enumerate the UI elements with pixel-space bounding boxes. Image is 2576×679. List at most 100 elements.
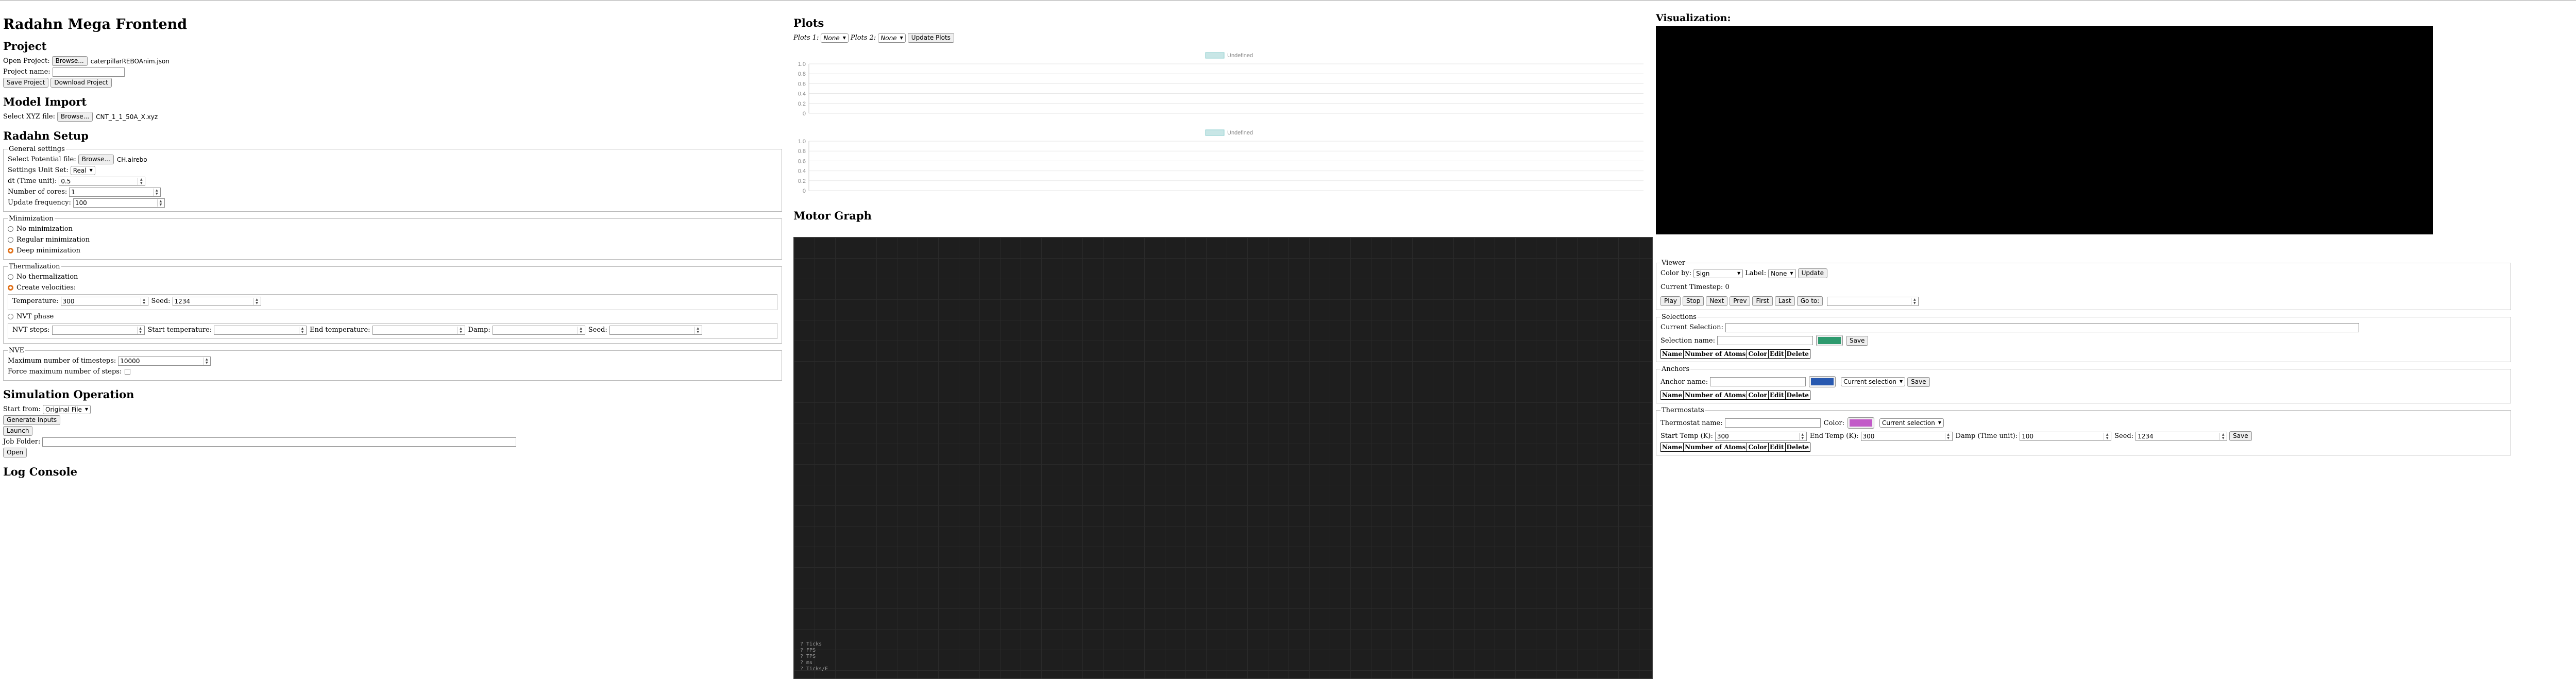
damp-label: Damp: bbox=[468, 326, 490, 334]
spinner-icon[interactable]: ▲ ▼ bbox=[299, 326, 306, 334]
spinner-icon[interactable]: ▲ ▼ bbox=[140, 297, 147, 305]
min-option-2[interactable]: Deep minimization bbox=[8, 245, 777, 256]
launch-button[interactable]: Launch bbox=[3, 426, 33, 436]
anchor-name-input[interactable] bbox=[1710, 377, 1806, 386]
goto-input[interactable]: ▲ ▼ bbox=[1827, 296, 1919, 306]
nvt-steps-input[interactable]: ▲ ▼ bbox=[52, 325, 145, 335]
visualization-heading: Visualization: bbox=[1656, 12, 1731, 24]
selection-name-input[interactable] bbox=[1717, 336, 1813, 345]
min-option-1[interactable]: Regular minimization bbox=[8, 234, 777, 245]
start-from-select[interactable]: Original File ▼ bbox=[43, 404, 91, 414]
open-project-browse-button[interactable]: Browse... bbox=[52, 56, 88, 66]
cores-input[interactable]: 1 ▲ ▼ bbox=[69, 187, 161, 197]
anchor-selection-select[interactable]: Current selection ▼ bbox=[1841, 377, 1906, 386]
start-temp-input[interactable]: ▲ ▼ bbox=[214, 325, 307, 335]
seed-input[interactable]: 1234 ▲ ▼ bbox=[2136, 431, 2228, 441]
update-plots-button[interactable]: Update Plots bbox=[907, 33, 954, 43]
therm-option-1[interactable]: Create velocities: bbox=[8, 282, 777, 293]
download-project-button[interactable]: Download Project bbox=[50, 78, 112, 88]
start-temp-input[interactable]: 300 ▲ ▼ bbox=[1715, 431, 1807, 441]
job-folder-input[interactable] bbox=[42, 437, 517, 447]
end-temp-input[interactable]: 300 ▲ ▼ bbox=[1860, 431, 1953, 441]
end-temp-input[interactable]: ▲ ▼ bbox=[372, 325, 465, 335]
spinner-icon[interactable]: ▲ ▼ bbox=[457, 326, 464, 334]
current-selection-input[interactable] bbox=[1725, 322, 2359, 332]
save-project-button[interactable]: Save Project bbox=[3, 78, 49, 88]
spinner-icon[interactable]: ▲ ▼ bbox=[138, 177, 144, 185]
unit-select[interactable]: Real ▼ bbox=[70, 165, 95, 175]
spinner-icon[interactable]: ▲ ▼ bbox=[203, 357, 210, 365]
start-temp-label: Start Temp (K): bbox=[1660, 432, 1713, 440]
first-button[interactable]: First bbox=[1752, 296, 1773, 306]
column-header: Edit bbox=[1768, 443, 1786, 452]
xyz-browse-button[interactable]: Browse... bbox=[57, 112, 93, 122]
spinner-icon[interactable]: ▲ ▼ bbox=[1911, 297, 1918, 305]
legend-swatch bbox=[1205, 129, 1225, 136]
radio-button[interactable] bbox=[8, 226, 13, 232]
color-by-select[interactable]: Sign ▼ bbox=[1693, 268, 1743, 278]
spinner-icon[interactable]: ▲ ▼ bbox=[1799, 432, 1806, 440]
nvt-seed-input[interactable]: ▲ ▼ bbox=[609, 325, 702, 335]
motor-graph-canvas[interactable]: ? Ticks ? FPS ? TPS ? ms ? Ticks/E bbox=[793, 237, 1653, 679]
min-option-label: Deep minimization bbox=[16, 247, 80, 254]
next-button[interactable]: Next bbox=[1706, 296, 1728, 306]
thermostat-selection-select[interactable]: Current selection ▼ bbox=[1879, 418, 1944, 428]
line-chart: 1.0 0.8 0.6 0.4 0.2 0 Undefined bbox=[798, 129, 1643, 194]
min-option-0[interactable]: No minimization bbox=[8, 224, 777, 234]
viewer-update-button[interactable]: Update bbox=[1798, 268, 1828, 278]
last-button[interactable]: Last bbox=[1774, 296, 1795, 306]
thermostat-params-row: Start Temp (K): 300 ▲ ▼ End Temp (K): 300 ▲… bbox=[1660, 431, 2506, 442]
project-name-input[interactable] bbox=[52, 67, 125, 77]
force-steps-checkbox[interactable] bbox=[125, 369, 131, 375]
goto-button[interactable]: Go to: bbox=[1797, 296, 1823, 306]
generate-inputs-button[interactable]: Generate Inputs bbox=[3, 415, 61, 425]
label-select[interactable]: None ▼ bbox=[1768, 268, 1796, 278]
start-from-row: Start from: Original File ▼ bbox=[3, 404, 782, 415]
column-header: Edit bbox=[1768, 391, 1786, 400]
plot-2: 1.0 0.8 0.6 0.4 0.2 0 Undefined bbox=[793, 128, 1649, 195]
damp-input[interactable]: 100 ▲ ▼ bbox=[2020, 431, 2112, 441]
radio-button[interactable] bbox=[8, 314, 13, 319]
spinner-icon[interactable]: ▲ ▼ bbox=[1944, 432, 1952, 440]
plot2-select[interactable]: None ▼ bbox=[878, 33, 906, 43]
max-steps-input[interactable]: 10000 ▲ ▼ bbox=[118, 356, 211, 366]
spinner-icon[interactable]: ▲ ▼ bbox=[153, 188, 160, 196]
anchor-color-picker[interactable] bbox=[1809, 376, 1836, 387]
spinner-icon[interactable]: ▲ ▼ bbox=[253, 297, 260, 305]
radio-button[interactable] bbox=[8, 274, 13, 280]
spinner-icon[interactable]: ▲ ▼ bbox=[577, 326, 584, 334]
nvt-option[interactable]: NVT phase bbox=[8, 311, 777, 322]
spinner-icon[interactable]: ▲ ▼ bbox=[157, 199, 164, 207]
play-button[interactable]: Play bbox=[1660, 296, 1681, 306]
dt-input[interactable]: 0.5 ▲ ▼ bbox=[59, 176, 146, 186]
seed-value: 1234 bbox=[2138, 432, 2154, 440]
anchor-save-button[interactable]: Save bbox=[1907, 377, 1930, 387]
plot1-select[interactable]: None ▼ bbox=[821, 33, 849, 43]
damp-input[interactable]: ▲ ▼ bbox=[492, 325, 585, 335]
selection-save-button[interactable]: Save bbox=[1845, 335, 1869, 346]
spinner-icon[interactable]: ▲ ▼ bbox=[2104, 432, 2110, 440]
temperature-input[interactable]: 300 ▲ ▼ bbox=[60, 296, 148, 306]
column-header: Color bbox=[1747, 391, 1769, 400]
nve-legend: NVE bbox=[9, 347, 25, 354]
spinner-icon[interactable]: ▲ ▼ bbox=[2219, 432, 2226, 440]
visualization-canvas[interactable] bbox=[1656, 26, 2433, 234]
stop-button[interactable]: Stop bbox=[1683, 296, 1704, 306]
potential-browse-button[interactable]: Browse... bbox=[78, 155, 114, 164]
freq-input[interactable]: 100 ▲ ▼ bbox=[73, 198, 165, 208]
thermostat-name-input[interactable] bbox=[1724, 418, 1821, 428]
therm-option-0[interactable]: No thermalization bbox=[8, 271, 777, 282]
radio-button-selected[interactable] bbox=[8, 248, 13, 253]
seed-input[interactable]: 1234 ▲ ▼ bbox=[172, 296, 261, 306]
radio-button-selected[interactable] bbox=[8, 285, 13, 291]
spinner-icon[interactable]: ▲ ▼ bbox=[137, 326, 144, 334]
open-button[interactable]: Open bbox=[3, 448, 27, 457]
thermostat-save-button[interactable]: Save bbox=[2229, 431, 2252, 441]
prev-button[interactable]: Prev bbox=[1730, 296, 1751, 306]
plot1-label: Plots 1: bbox=[793, 34, 819, 42]
selection-color-picker[interactable] bbox=[1816, 335, 1843, 346]
spinner-icon[interactable]: ▲ ▼ bbox=[694, 326, 701, 334]
thermostats-table: Name Number of Atoms Color Edit Delete bbox=[1660, 443, 1810, 452]
thermostat-color-picker[interactable] bbox=[1848, 417, 1874, 429]
radio-button[interactable] bbox=[8, 237, 13, 243]
